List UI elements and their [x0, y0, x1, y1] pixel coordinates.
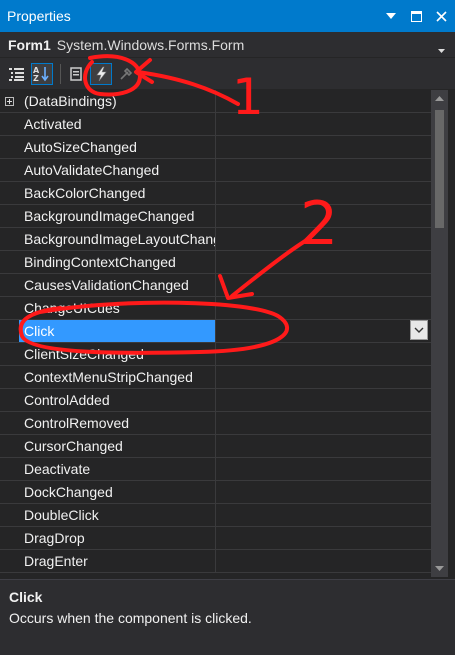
chevron-down-icon — [414, 327, 424, 333]
row-label: BackColorChanged — [19, 182, 216, 204]
svg-text:Z: Z — [33, 74, 39, 82]
properties-toolbar: AZ — [0, 58, 455, 89]
alphabetical-icon[interactable]: AZ — [31, 62, 53, 85]
row-label: BindingContextChanged — [19, 251, 216, 273]
property-grid: (DataBindings) Activated AutoSizeChanged… — [0, 90, 431, 577]
grid-row[interactable]: AutoSizeChanged — [0, 136, 431, 159]
grid-row[interactable]: Activated — [0, 113, 431, 136]
description-title: Click — [9, 589, 43, 605]
grid-row[interactable]: ControlRemoved — [0, 412, 431, 435]
object-type: System.Windows.Forms.Form — [56, 36, 245, 53]
expand-icon[interactable] — [5, 96, 14, 106]
row-value[interactable] — [216, 159, 431, 181]
row-label: DragEnter — [19, 550, 216, 572]
row-value[interactable] — [216, 366, 431, 388]
grid-row[interactable]: ClientSizeChanged — [0, 343, 431, 366]
grid-row[interactable]: ContextMenuStripChanged — [0, 366, 431, 389]
row-label: ControlRemoved — [19, 412, 216, 434]
chevron-down-icon[interactable] — [438, 40, 445, 56]
grid-row[interactable]: CausesValidationChanged — [0, 274, 431, 297]
grid-row[interactable]: DoubleClick — [0, 504, 431, 527]
grid-row[interactable]: ControlAdded — [0, 389, 431, 412]
close-icon[interactable] — [435, 9, 447, 23]
row-value[interactable] — [216, 481, 431, 503]
vertical-scrollbar[interactable] — [431, 90, 448, 577]
row-value[interactable] — [216, 136, 431, 158]
row-value[interactable] — [216, 527, 431, 549]
row-value[interactable] — [216, 458, 431, 480]
row-label: BackgroundImageLayoutChanged — [19, 228, 216, 250]
row-label: DragDrop — [19, 527, 216, 549]
row-value[interactable] — [216, 182, 431, 204]
row-label: AutoSizeChanged — [19, 136, 216, 158]
grid-row[interactable]: BindingContextChanged — [0, 251, 431, 274]
grid-row-databindings[interactable]: (DataBindings) — [0, 90, 431, 113]
row-label: BackgroundImageChanged — [19, 205, 216, 227]
grid-row[interactable]: CursorChanged — [0, 435, 431, 458]
toolbar-separator — [60, 63, 61, 84]
dropdown-icon[interactable] — [385, 9, 397, 23]
value-dropdown-button[interactable] — [410, 320, 428, 340]
row-label: CausesValidationChanged — [19, 274, 216, 296]
grid-row[interactable]: DockChanged — [0, 481, 431, 504]
row-value[interactable] — [216, 274, 431, 296]
grid-row[interactable]: AutoValidateChanged — [0, 159, 431, 182]
object-selector[interactable]: Form1 System.Windows.Forms.Form — [0, 32, 455, 57]
events-icon[interactable] — [90, 62, 112, 85]
object-name: Form1 — [8, 36, 51, 53]
properties-icon[interactable] — [65, 63, 87, 85]
row-value[interactable] — [216, 412, 431, 434]
grid-row-selected[interactable]: Click — [0, 320, 431, 343]
row-label: DoubleClick — [19, 504, 216, 526]
row-label: CursorChanged — [19, 435, 216, 457]
row-value[interactable] — [216, 251, 431, 273]
description-text: Occurs when the component is clicked. — [9, 610, 252, 626]
grid-row[interactable]: Deactivate — [0, 458, 431, 481]
gutter — [0, 90, 19, 112]
grid-row[interactable]: BackgroundImageChanged — [0, 205, 431, 228]
description-panel: Click Occurs when the component is click… — [0, 579, 455, 655]
row-value[interactable] — [216, 297, 431, 319]
scrollbar-thumb[interactable] — [435, 110, 444, 228]
row-value[interactable] — [216, 435, 431, 457]
grid-row[interactable]: DragEnter — [0, 550, 431, 573]
row-label: Deactivate — [19, 458, 216, 480]
row-value[interactable] — [216, 550, 431, 572]
row-value[interactable] — [216, 389, 431, 411]
grid-row[interactable]: ChangeUICues — [0, 297, 431, 320]
row-label: AutoValidateChanged — [19, 159, 216, 181]
grid-row[interactable]: BackgroundImageLayoutChanged — [0, 228, 431, 251]
window-controls — [385, 0, 447, 32]
grid-row[interactable]: DragDrop — [0, 527, 431, 550]
maximize-icon[interactable] — [410, 9, 422, 23]
row-label: ControlAdded — [19, 389, 216, 411]
row-label: Click — [19, 320, 216, 342]
row-label: (DataBindings) — [19, 90, 216, 112]
window-title: Properties — [7, 8, 71, 24]
property-pages-icon[interactable] — [115, 63, 137, 85]
row-label: Activated — [19, 113, 216, 135]
row-value[interactable] — [216, 113, 431, 135]
grid-row[interactable]: BackColorChanged — [0, 182, 431, 205]
row-label: ClientSizeChanged — [19, 343, 216, 365]
categorized-icon[interactable] — [6, 63, 28, 85]
row-label: DockChanged — [19, 481, 216, 503]
row-value[interactable] — [216, 504, 431, 526]
title-bar: Properties — [0, 0, 455, 32]
row-label: ContextMenuStripChanged — [19, 366, 216, 388]
row-value[interactable] — [216, 205, 431, 227]
row-value[interactable] — [216, 228, 431, 250]
scroll-up-icon[interactable] — [431, 90, 448, 107]
row-label: ChangeUICues — [19, 297, 216, 319]
row-value[interactable] — [216, 90, 431, 112]
row-value[interactable] — [216, 343, 431, 365]
scroll-down-icon[interactable] — [431, 560, 448, 577]
row-value[interactable] — [216, 320, 431, 342]
